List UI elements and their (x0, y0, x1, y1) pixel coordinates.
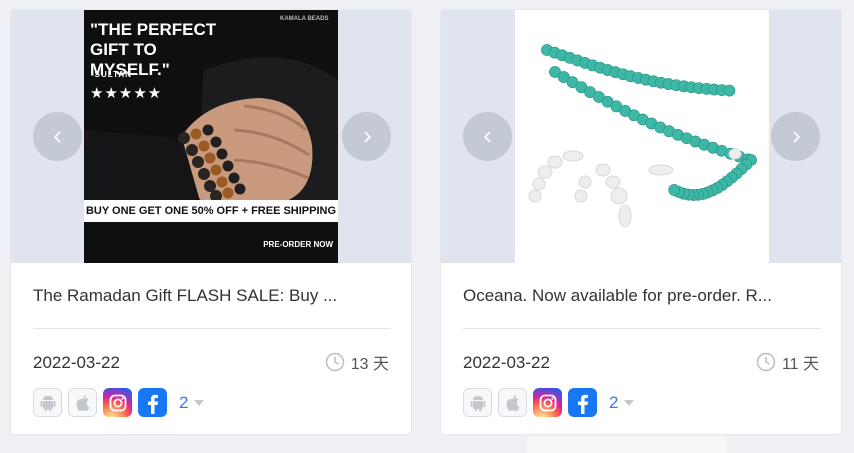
ad-duration: 11 天 (756, 350, 819, 374)
ad-duration: 13 天 (325, 350, 389, 374)
carousel-next-button[interactable] (342, 112, 391, 161)
more-platforms-dropdown[interactable]: 2 (609, 392, 635, 413)
facebook-platform[interactable] (568, 388, 597, 417)
caret-down-icon (624, 399, 635, 406)
more-count: 2 (179, 392, 189, 412)
more-count: 2 (609, 392, 619, 412)
tooltip-popup (527, 436, 727, 453)
platform-list: 2 (463, 388, 635, 417)
instagram-platform[interactable] (103, 388, 132, 417)
android-platform[interactable] (463, 388, 492, 417)
divider (463, 328, 821, 329)
android-icon (40, 395, 55, 411)
ad-banner: BUY ONE GET ONE 50% OFF + FREE SHIPPING (85, 205, 337, 217)
ad-title[interactable]: Oceana. Now available for pre-order. R..… (463, 285, 821, 307)
chevron-left-icon (53, 130, 61, 143)
ad-date: 2022-03-22 (33, 353, 120, 372)
facebook-icon (147, 394, 158, 414)
facebook-platform[interactable] (138, 388, 167, 417)
rating-stars: ★★★★★ (90, 85, 163, 102)
instagram-icon (539, 394, 556, 411)
platform-list: 2 (33, 388, 205, 417)
carousel-prev-button[interactable] (33, 112, 82, 161)
bead (723, 84, 736, 97)
chevron-right-icon (792, 130, 800, 143)
instagram-platform[interactable] (533, 388, 562, 417)
carousel-next-button[interactable] (771, 112, 820, 161)
duration-label: 11 天 (781, 356, 819, 373)
chevron-right-icon (363, 130, 371, 143)
caret-down-icon (194, 399, 205, 406)
carousel-prev-button[interactable] (463, 112, 512, 161)
clock-icon (756, 352, 776, 372)
brand-logo: KAMALA BEADS (280, 16, 329, 22)
clock-icon (325, 352, 344, 372)
ad-image[interactable]: "THE PERFECT GIFT TO MYSELF." -SULTAN ★★… (84, 10, 338, 263)
more-platforms-dropdown[interactable]: 2 (179, 392, 205, 413)
bead (668, 184, 681, 196)
apple-icon (506, 394, 519, 411)
facebook-icon (577, 394, 588, 414)
apple-icon (76, 394, 89, 411)
android-icon (470, 395, 485, 411)
ad-gallery: "THE PERFECT GIFT TO MYSELF." -SULTAN ★★… (0, 0, 854, 453)
instagram-icon (109, 394, 126, 411)
apple-platform[interactable] (498, 388, 527, 417)
ad-date: 2022-03-22 (463, 353, 550, 372)
apple-platform[interactable] (68, 388, 97, 417)
ad-card[interactable]: Oceana. Now available for pre-order. R..… (440, 9, 842, 435)
ad-attribution: -SULTAN (91, 70, 132, 79)
ad-image[interactable] (515, 10, 769, 263)
ad-title[interactable]: The Ramadan Gift FLASH SALE: Buy ... (33, 285, 391, 307)
ad-card[interactable]: "THE PERFECT GIFT TO MYSELF." -SULTAN ★★… (10, 9, 412, 435)
ad-cta: PRE-ORDER NOW (263, 240, 333, 249)
ad-media-carousel: "THE PERFECT GIFT TO MYSELF." -SULTAN ★★… (11, 10, 411, 263)
android-platform[interactable] (33, 388, 62, 417)
duration-label: 13 天 (350, 356, 389, 373)
ad-media-carousel (441, 10, 841, 263)
chevron-left-icon (483, 130, 491, 143)
divider (33, 328, 391, 329)
